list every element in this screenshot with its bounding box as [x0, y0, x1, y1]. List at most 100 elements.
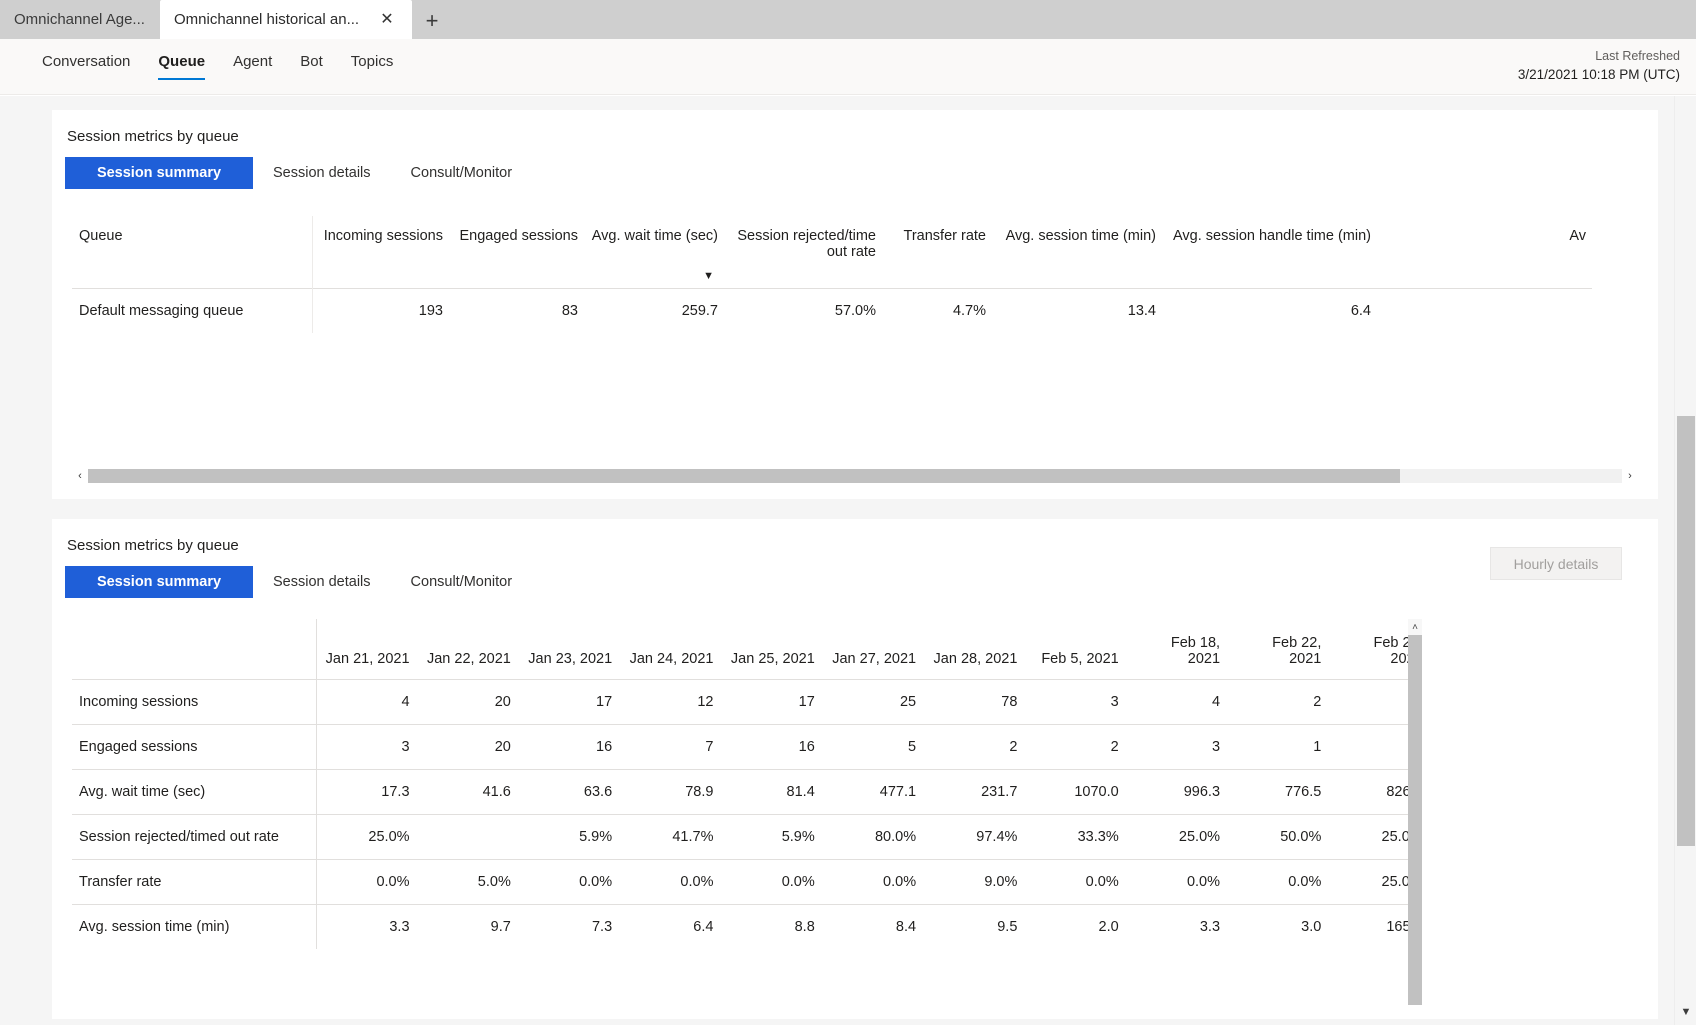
- table-header-row: Queue Incoming sessions Engaged sessions…: [72, 216, 1592, 288]
- nav-tab-queue[interactable]: Queue: [144, 53, 219, 80]
- metric-value: 16: [518, 723, 621, 769]
- table-row[interactable]: Incoming sessions 4 20 17 12 17 25 78 3 …: [72, 678, 1408, 724]
- col-incoming-sessions[interactable]: Incoming sessions: [312, 216, 449, 288]
- table-row[interactable]: Engaged sessions 3 20 16 7 16 5 2 2 3 1 …: [72, 723, 1408, 769]
- metric-label: Engaged sessions: [72, 723, 317, 769]
- browser-tab-inactive[interactable]: Omnichannel Age...: [0, 0, 160, 39]
- cell-incoming-sessions: 193: [312, 287, 449, 333]
- metric-value: 3.3: [1126, 903, 1229, 949]
- col-date[interactable]: Feb 18, 2021: [1127, 619, 1228, 679]
- table-row[interactable]: Avg. session time (min) 3.3 9.7 7.3 6.4 …: [72, 903, 1408, 949]
- page-scrollbar-thumb[interactable]: [1677, 416, 1695, 846]
- metric-label: Session rejected/timed out rate: [72, 813, 317, 859]
- cell-session-rejected-rate: 57.0%: [724, 287, 882, 333]
- col-session-rejected-rate[interactable]: Session rejected/time out rate: [724, 216, 882, 288]
- col-date[interactable]: Feb 5, 2021: [1025, 619, 1126, 679]
- scroll-left-icon[interactable]: ‹: [72, 467, 88, 485]
- col-avg-session-time[interactable]: Avg. session time (min): [992, 216, 1162, 288]
- metric-value: 17.3: [316, 768, 418, 814]
- metric-value: 4: [316, 678, 418, 724]
- pivot-session-details[interactable]: Session details: [253, 566, 391, 598]
- new-tab-icon[interactable]: +: [412, 3, 452, 39]
- metric-value: 17: [721, 678, 823, 724]
- col-date[interactable]: Feb 22, 2021: [1228, 619, 1329, 679]
- card-title: Session metrics by queue: [67, 537, 239, 554]
- metric-value: 826.3: [1329, 768, 1408, 814]
- table-row[interactable]: Transfer rate 0.0% 5.0% 0.0% 0.0% 0.0% 0…: [72, 858, 1408, 904]
- nav-tab-topics[interactable]: Topics: [337, 53, 408, 80]
- card-title: Session metrics by queue: [67, 128, 239, 145]
- metric-value: 165.0: [1329, 903, 1408, 949]
- metric-value: 63.6: [518, 768, 621, 814]
- page-scrollbar[interactable]: ▼: [1674, 96, 1696, 1025]
- col-date[interactable]: Jan 25, 2021: [721, 619, 822, 679]
- col-avg-wait-time[interactable]: Avg. wait time (sec) ▼: [584, 216, 724, 288]
- metric-value: 8.4: [822, 903, 925, 949]
- table-header-row: Jan 21, 2021 Jan 22, 2021 Jan 23, 2021 J…: [72, 619, 1408, 679]
- metric-value: 3.3: [316, 903, 418, 949]
- metric-value: 9.5: [924, 903, 1026, 949]
- metric-value: 7.3: [518, 903, 621, 949]
- metric-value: 0.0%: [1025, 858, 1127, 904]
- daily-metrics-table-scroll[interactable]: Jan 21, 2021 Jan 22, 2021 Jan 23, 2021 J…: [72, 619, 1408, 949]
- metric-value: 16: [721, 723, 823, 769]
- nav-tab-conversation[interactable]: Conversation: [28, 53, 144, 80]
- metric-value: 3: [1329, 723, 1408, 769]
- metric-value: 0.0%: [620, 858, 722, 904]
- metric-value: 25.0%: [1329, 813, 1408, 859]
- table-row[interactable]: Default messaging queue 193 83 259.7 57.…: [72, 287, 1592, 333]
- metric-value: 3.0: [1228, 903, 1330, 949]
- metric-value: 20: [417, 723, 519, 769]
- browser-tab-active[interactable]: Omnichannel historical an... ✕: [160, 0, 412, 39]
- metric-value: 25: [822, 678, 925, 724]
- scrollbar-thumb[interactable]: [1408, 635, 1422, 1005]
- col-date[interactable]: Jan 22, 2021: [418, 619, 519, 679]
- queue-summary-table-scroll[interactable]: Queue Incoming sessions Engaged sessions…: [72, 216, 1638, 333]
- col-avg-session-handle-time[interactable]: Avg. session handle time (min): [1162, 216, 1377, 288]
- metric-value: 9.0%: [924, 858, 1026, 904]
- metric-value: 1070.0: [1025, 768, 1127, 814]
- scrollbar-track[interactable]: [88, 469, 1622, 483]
- nav-tab-agent[interactable]: Agent: [219, 53, 286, 80]
- col-date[interactable]: Jan 23, 2021: [519, 619, 620, 679]
- metric-value: 3: [1025, 678, 1127, 724]
- table-row[interactable]: Avg. wait time (sec) 17.3 41.6 63.6 78.9…: [72, 768, 1408, 814]
- last-refreshed: Last Refreshed 3/21/2021 10:18 PM (UTC): [1518, 47, 1680, 85]
- page-scroll-down-icon[interactable]: ▼: [1675, 1003, 1696, 1021]
- pivot-consult-monitor[interactable]: Consult/Monitor: [391, 566, 533, 598]
- metric-value: 20: [417, 678, 519, 724]
- metric-value: 4: [1126, 678, 1229, 724]
- horizontal-scrollbar[interactable]: ‹ ›: [72, 467, 1638, 485]
- close-icon[interactable]: ✕: [376, 9, 398, 31]
- pivot-session-summary[interactable]: Session summary: [65, 566, 253, 598]
- metric-value: 2.0: [1025, 903, 1127, 949]
- metric-value: [417, 813, 519, 859]
- pivot-consult-monitor[interactable]: Consult/Monitor: [391, 157, 533, 189]
- metric-value: 0.0%: [822, 858, 925, 904]
- nav-tab-bot[interactable]: Bot: [286, 53, 337, 80]
- pivot-session-summary[interactable]: Session summary: [65, 157, 253, 189]
- col-date[interactable]: Jan 27, 2021: [823, 619, 924, 679]
- hourly-details-button[interactable]: Hourly details: [1490, 547, 1622, 580]
- table-vertical-scrollbar[interactable]: ˄: [1408, 619, 1422, 1005]
- metric-value: 41.6: [417, 768, 519, 814]
- pivot-tab-list: Session summary Session details Consult/…: [52, 145, 1658, 189]
- col-transfer-rate[interactable]: Transfer rate: [882, 216, 992, 288]
- col-engaged-sessions[interactable]: Engaged sessions: [449, 216, 584, 288]
- col-date[interactable]: Feb 24, 2021: [1329, 619, 1408, 679]
- scrollbar-thumb[interactable]: [88, 469, 1400, 483]
- col-date[interactable]: Jan 21, 2021: [316, 619, 417, 679]
- metric-value: 9.7: [417, 903, 519, 949]
- col-truncated[interactable]: Av: [1377, 216, 1592, 288]
- table-row[interactable]: Session rejected/timed out rate 25.0% 5.…: [72, 813, 1408, 859]
- metric-value: 8.8: [721, 903, 823, 949]
- cell-truncated: [1377, 287, 1592, 333]
- scroll-right-icon[interactable]: ›: [1622, 467, 1638, 485]
- scroll-up-icon[interactable]: ˄: [1408, 619, 1422, 635]
- metric-value: 0.0%: [316, 858, 418, 904]
- pivot-session-details[interactable]: Session details: [253, 157, 391, 189]
- col-date[interactable]: Jan 24, 2021: [620, 619, 721, 679]
- cell-queue-name: Default messaging queue: [72, 287, 313, 333]
- col-queue[interactable]: Queue: [72, 216, 313, 288]
- col-date[interactable]: Jan 28, 2021: [924, 619, 1025, 679]
